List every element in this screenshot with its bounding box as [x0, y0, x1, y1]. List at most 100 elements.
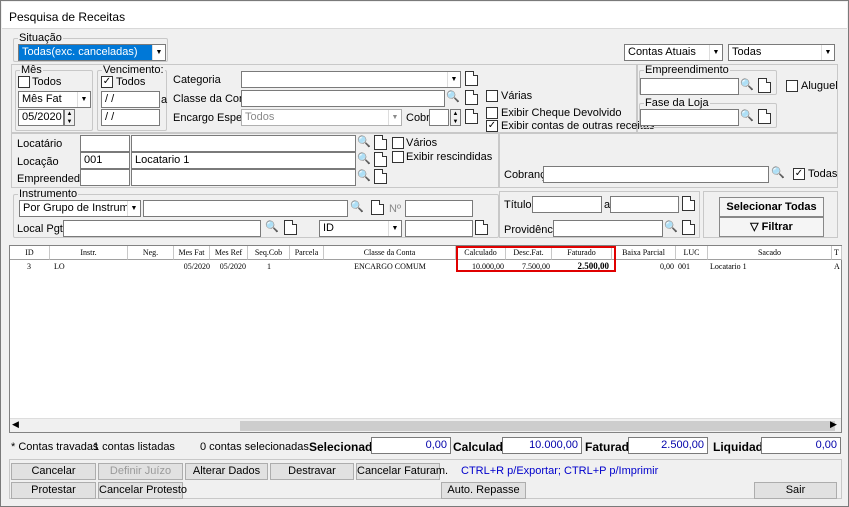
scrollbar-thumb[interactable] [240, 421, 835, 431]
mes-periodo-input[interactable]: 05/2020 [18, 109, 64, 126]
binoculars-icon[interactable]: 🔍 [664, 220, 678, 235]
locatario-name-input[interactable] [131, 135, 356, 152]
rescindidas-checkbox[interactable] [392, 151, 404, 163]
cobr-input[interactable] [429, 109, 449, 126]
categoria-select[interactable]: ▼ [241, 71, 461, 88]
col-header[interactable]: Seq.Cob [248, 246, 290, 260]
binoculars-icon[interactable]: 🔍 [446, 90, 460, 105]
cancelar-button[interactable]: Cancelar [11, 463, 96, 480]
locacao-code-input[interactable]: 001 [80, 152, 130, 169]
results-grid[interactable]: ID Instr. Neg. Mes Fat Mes Ref Seq.Cob P… [9, 245, 842, 433]
vencimento-todos-checkbox[interactable]: ✓ [101, 76, 113, 88]
filtrar-button[interactable]: ▽ Filtrar [719, 217, 824, 237]
col-header[interactable]: Sacado [708, 246, 832, 260]
cobranca-input[interactable] [543, 166, 769, 183]
titulo-de-input[interactable] [532, 196, 602, 213]
local-pgto-extra-doc-icon[interactable] [475, 220, 488, 235]
cheque-checkbox[interactable] [486, 107, 498, 119]
col-header[interactable]: Baixa Parcial [612, 246, 676, 260]
classe-conta-doc-icon[interactable] [465, 90, 478, 105]
local-pgto-input[interactable] [63, 220, 261, 237]
empreendedor-code-input[interactable] [80, 169, 130, 186]
empreendedor-name-input[interactable] [131, 169, 356, 186]
col-header[interactable]: Neg. [128, 246, 174, 260]
definir-juizo-button[interactable]: Definir Juízo [98, 463, 183, 480]
fase-input[interactable] [640, 109, 739, 126]
instrumento-select[interactable]: Por Grupo de Instrumento ▼ [19, 200, 141, 217]
binoculars-icon[interactable]: 🔍 [357, 152, 371, 167]
auto-repasse-button[interactable]: Auto. Repasse [441, 482, 526, 499]
empreendedor-doc-icon[interactable] [374, 169, 387, 184]
binoculars-icon[interactable]: 🔍 [771, 166, 785, 181]
numero-input[interactable] [405, 200, 473, 217]
binoculars-icon[interactable]: 🔍 [357, 169, 371, 184]
cobr-doc-icon[interactable] [465, 109, 478, 124]
cell-mes-ref: 05/2020 [219, 262, 246, 271]
locacao-doc-icon[interactable] [374, 152, 387, 167]
titulo-ate-input[interactable] [610, 196, 679, 213]
selecionar-todas-button[interactable]: Selecionar Todas [719, 197, 824, 217]
locatario-doc-icon[interactable] [374, 135, 387, 150]
col-header[interactable]: LUC [676, 246, 708, 260]
varios-checkbox[interactable] [392, 137, 404, 149]
empreendimento-input[interactable] [640, 78, 739, 95]
highlight-box [456, 246, 616, 272]
titulo-doc-icon[interactable] [682, 196, 695, 211]
alterar-dados-button[interactable]: Alterar Dados [185, 463, 268, 480]
col-header[interactable]: Mes Ref [210, 246, 248, 260]
instrumento-doc-icon[interactable] [371, 200, 384, 215]
cancelar-faturam-button[interactable]: Cancelar Faturam. [356, 463, 448, 480]
arrow-right-icon[interactable]: ▶ [830, 419, 837, 430]
col-header[interactable]: Mes Fat [174, 246, 210, 260]
chevron-down-icon: ▼ [127, 201, 140, 216]
sair-button[interactable]: Sair [754, 482, 837, 499]
col-header[interactable]: Instr. [50, 246, 128, 260]
travadas-label: * Contas travadas [11, 441, 99, 453]
cobr-spinner[interactable]: ▲ ▼ [450, 109, 461, 126]
arrow-left-icon[interactable]: ◀ [12, 419, 19, 430]
cell-mes-fat: 05/2020 [183, 262, 210, 271]
local-pgto-extra-input[interactable] [405, 220, 473, 237]
col-header[interactable]: ID [10, 246, 50, 260]
binoculars-icon[interactable]: 🔍 [740, 78, 754, 93]
providencia-input[interactable] [553, 220, 663, 237]
situacao-select[interactable]: Todas(exc. canceladas) ▼ [18, 44, 166, 61]
classe-conta-input[interactable] [241, 90, 445, 107]
vencimento-ate-input[interactable]: / / [101, 109, 160, 126]
outras-checkbox[interactable]: ✓ [486, 120, 498, 132]
empreendimento-doc-icon[interactable] [758, 78, 771, 93]
binoculars-icon[interactable]: 🔍 [357, 135, 371, 150]
categoria-doc-icon[interactable] [465, 71, 478, 86]
local-pgto-id-select[interactable]: ID ▼ [319, 220, 402, 237]
horizontal-scrollbar[interactable]: ◀ ▶ [10, 418, 841, 432]
encargo-label: Encargo Espec. [173, 112, 251, 124]
mes-periodo-spinner[interactable]: ▲ ▼ [64, 109, 75, 126]
cobranca-todas-checkbox[interactable]: ✓ [793, 168, 805, 180]
cancelar-protesto-button[interactable]: Cancelar Protesto [98, 482, 187, 499]
locatario-code-input[interactable] [80, 135, 130, 152]
binoculars-icon[interactable]: 🔍 [740, 109, 754, 124]
col-header[interactable]: T [832, 246, 842, 260]
col-header[interactable]: Classe da Conta [324, 246, 456, 260]
vencimento-de-input[interactable]: / / [101, 91, 160, 108]
providencia-doc-icon[interactable] [682, 220, 695, 235]
mes-tipo-select[interactable]: Mês Fat ▼ [18, 91, 91, 108]
aluguel-checkbox[interactable] [786, 80, 798, 92]
varias-checkbox[interactable] [486, 90, 498, 102]
locacao-name-input[interactable]: Locatario 1 [131, 152, 356, 169]
contas-select[interactable]: Contas Atuais ▼ [624, 44, 723, 61]
binoculars-icon[interactable]: 🔍 [350, 200, 364, 215]
encargo-select[interactable]: Todos ▼ [241, 109, 402, 126]
cell-seq-cob: 1 [267, 262, 271, 271]
contas-todas-select[interactable]: Todas ▼ [728, 44, 835, 61]
selecionado-label: Selecionado [309, 440, 380, 454]
fase-doc-icon[interactable] [758, 109, 771, 124]
binoculars-icon[interactable]: 🔍 [265, 220, 279, 235]
col-header[interactable]: Parcela [290, 246, 324, 260]
chevron-down-icon: ▼ [821, 45, 834, 60]
protestar-button[interactable]: Protestar [11, 482, 96, 499]
local-pgto-doc-icon[interactable] [284, 220, 297, 235]
mes-todos-checkbox[interactable] [18, 76, 30, 88]
destravar-button[interactable]: Destravar [270, 463, 354, 480]
instrumento-input[interactable] [143, 200, 348, 217]
